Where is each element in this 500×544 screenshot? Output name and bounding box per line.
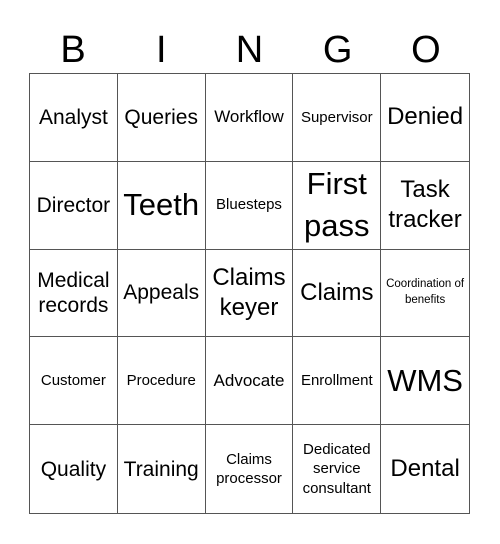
bingo-cell[interactable]: WMS — [381, 337, 469, 426]
bingo-cell[interactable]: Task tracker — [381, 162, 469, 250]
bingo-cell[interactable]: Workflow — [205, 74, 294, 162]
bingo-cell-label: Supervisor — [300, 108, 373, 126]
bingo-cell[interactable]: First pass — [293, 161, 382, 250]
bingo-cell[interactable]: Quality — [30, 425, 118, 513]
bingo-cell[interactable]: Claims keyer — [205, 249, 294, 338]
bingo-cell[interactable]: Queries — [117, 74, 206, 162]
bingo-cell-label: Procedure — [126, 372, 196, 390]
bingo-cell[interactable]: Claims — [293, 249, 382, 338]
bingo-cell-label: Teeth — [123, 187, 200, 223]
bingo-cell-label: Training — [123, 457, 199, 481]
header-letter-i: I — [156, 29, 167, 71]
bingo-cell-label: Dedicated service consultant — [302, 440, 371, 497]
bingo-cell[interactable]: Denied — [381, 74, 469, 162]
bingo-cell-label: Dental — [390, 455, 460, 483]
bingo-cell[interactable]: Bluesteps — [205, 161, 294, 250]
bingo-cell-label: Advocate — [213, 370, 285, 390]
bingo-cell-label: Appeals — [123, 281, 200, 305]
bingo-cell-label: Task tracker — [388, 176, 462, 234]
bingo-cell[interactable]: Enrollment — [293, 337, 382, 426]
bingo-cell[interactable]: Customer — [30, 337, 118, 426]
bingo-cell[interactable]: Training — [118, 425, 206, 513]
bingo-cell-label: WMS — [387, 362, 463, 398]
bingo-cell-label: Quality — [40, 457, 107, 481]
bingo-cell[interactable]: Appeals — [117, 249, 206, 338]
bingo-cell-label: Workflow — [214, 107, 284, 127]
bingo-cell[interactable]: Coordination of benefits — [381, 250, 469, 338]
header-letter-g: G — [322, 29, 353, 71]
bingo-cell[interactable]: Dental — [381, 425, 469, 513]
bingo-cell-label: Claims — [300, 278, 374, 306]
bingo-cell[interactable]: Claims processor — [206, 425, 294, 513]
bingo-cell-label: Analyst — [38, 105, 108, 129]
bingo-cell-label: Bluesteps — [216, 196, 282, 214]
bingo-cell-label: Claims keyer — [212, 263, 286, 321]
bingo-cell[interactable]: Advocate — [205, 337, 294, 426]
header-letter-n: N — [235, 29, 264, 71]
bingo-cell-label: Customer — [40, 372, 106, 390]
bingo-cell[interactable]: Director — [30, 161, 118, 250]
bingo-header: B I N G O — [29, 28, 470, 73]
bingo-cell[interactable]: Procedure — [117, 337, 206, 426]
bingo-cell-label: First pass — [304, 166, 370, 244]
bingo-cell-label: Enrollment — [300, 372, 373, 390]
bingo-cell[interactable]: Teeth — [117, 161, 206, 250]
bingo-cell-label: Denied — [387, 103, 464, 131]
bingo-cell-label: Coordination of benefits — [386, 278, 465, 306]
bingo-cell[interactable]: Supervisor — [293, 74, 382, 162]
bingo-grid: Analyst Queries Workflow Supervisor Denied Di… — [29, 73, 470, 514]
bingo-cell-label: Director — [36, 193, 111, 217]
bingo-cell-label: Medical records — [37, 268, 110, 317]
header-letter-b: B — [60, 29, 86, 71]
bingo-cell-label: Claims processor — [216, 450, 282, 488]
header-letter-o: O — [411, 29, 441, 71]
bingo-cell[interactable]: Analyst — [30, 74, 118, 162]
bingo-cell[interactable]: Dedicated service consultant — [293, 425, 382, 513]
bingo-cell-label: Queries — [124, 105, 198, 129]
bingo-cell[interactable]: Medical records — [30, 249, 118, 338]
